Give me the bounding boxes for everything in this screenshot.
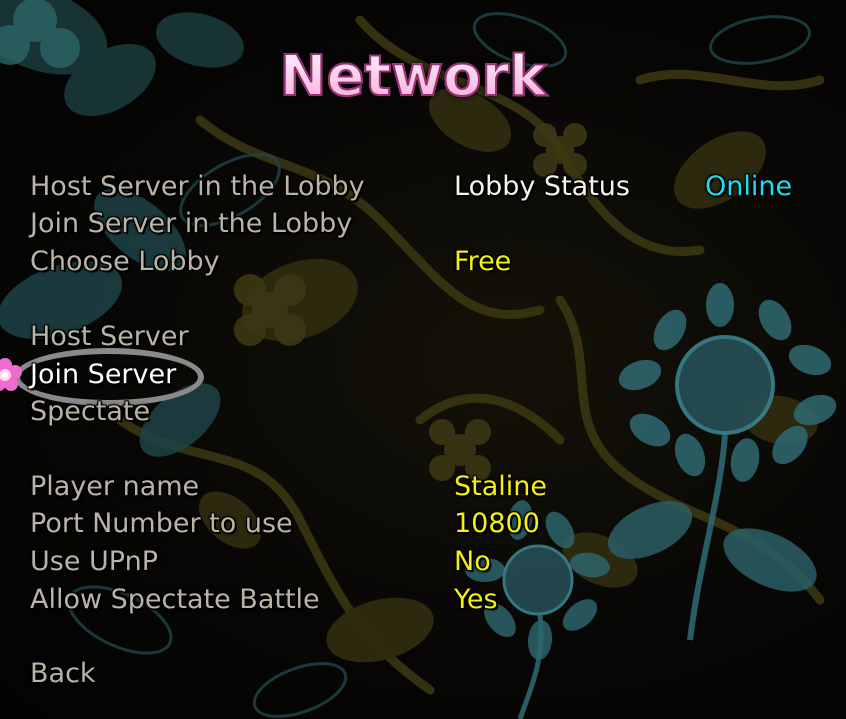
lobby-status-value: Online [705, 171, 793, 202]
page-title: Network [0, 43, 826, 110]
menu-item-join-server[interactable]: Join Server [30, 359, 176, 391]
setting-upnp-value: No [454, 546, 491, 577]
setting-port-label[interactable]: Port Number to use [30, 508, 293, 540]
menu-item-spectate[interactable]: Spectate [30, 396, 150, 428]
setting-port-value: 10800 [454, 508, 540, 539]
chosen-lobby-value: Free [454, 246, 512, 277]
menu-item-join-server-in-lobby[interactable]: Join Server in the Lobby [30, 208, 352, 240]
menu-item-choose-lobby[interactable]: Choose Lobby [30, 246, 220, 278]
setting-spectate-battle-value: Yes [454, 584, 498, 615]
lobby-status-label: Lobby Status [454, 171, 630, 202]
network-menu-screen: Network Host Server in the Lobby Join Se… [0, 0, 846, 719]
pink-flower-cursor-icon [0, 358, 22, 391]
setting-player-name-label[interactable]: Player name [30, 471, 199, 503]
menu-item-host-server-in-lobby[interactable]: Host Server in the Lobby [30, 171, 365, 203]
setting-spectate-battle-label[interactable]: Allow Spectate Battle [30, 584, 320, 616]
back-button[interactable]: Back [30, 658, 96, 690]
setting-player-name-value: Staline [454, 471, 547, 502]
setting-upnp-label[interactable]: Use UPnP [30, 546, 158, 578]
